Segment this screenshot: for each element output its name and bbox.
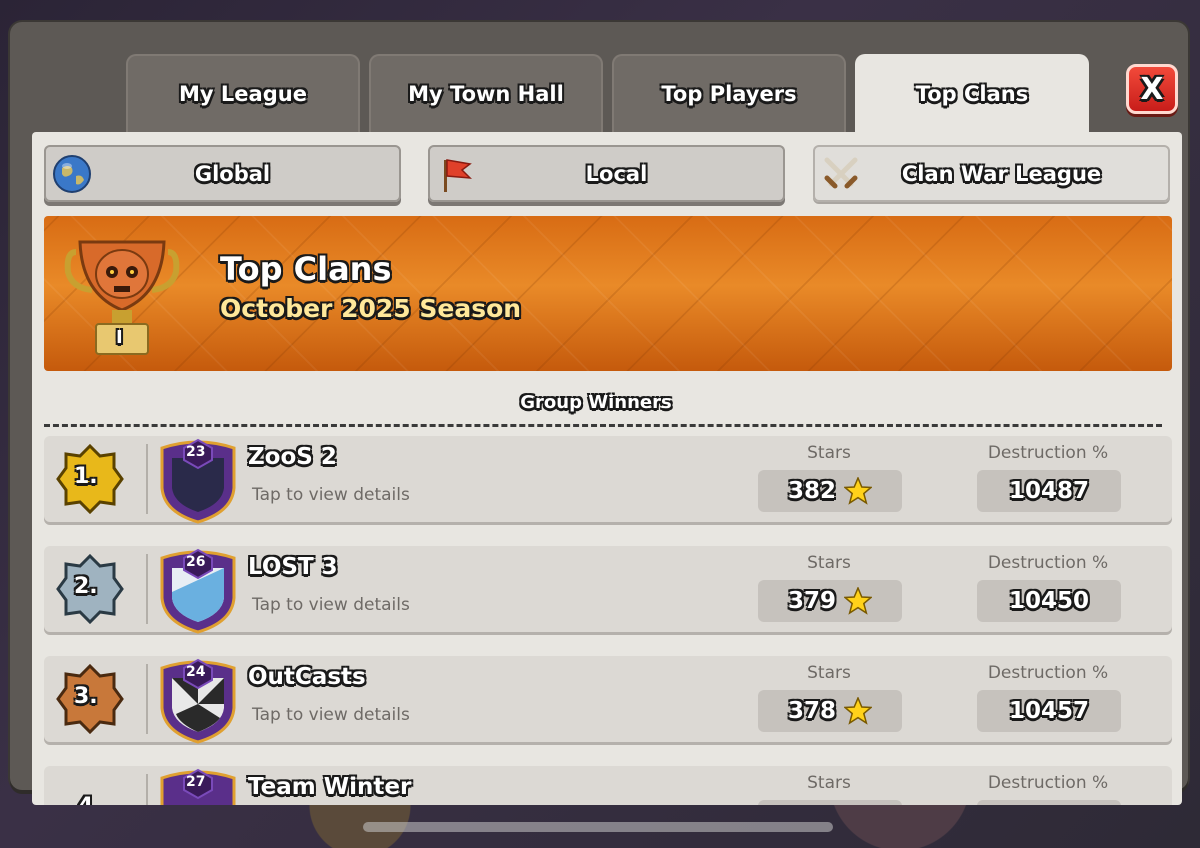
star-icon bbox=[844, 587, 872, 615]
clan-row[interactable]: 2. 26 LOST 3 Tap to view details Stars 3… bbox=[44, 546, 1172, 634]
clan-level: 26 bbox=[186, 554, 206, 570]
stars-label: Stars bbox=[807, 553, 851, 573]
rank-number: 2. bbox=[74, 574, 98, 599]
destruction-value-box: 10450 bbox=[977, 580, 1121, 622]
tab-label: My League bbox=[179, 82, 307, 106]
tab-my-town-hall[interactable]: My Town Hall bbox=[369, 54, 603, 132]
clan-badge-icon: 23 bbox=[156, 438, 240, 524]
clan-level: 27 bbox=[186, 774, 206, 790]
stars-value-box: 382 bbox=[758, 470, 902, 512]
destruction-value-box bbox=[977, 800, 1121, 805]
tab-top-clans[interactable]: Top Clans bbox=[855, 54, 1089, 132]
destruction-label: Destruction % bbox=[987, 773, 1109, 793]
tab-label: Top Players bbox=[661, 82, 797, 106]
clan-level: 24 bbox=[186, 664, 206, 680]
subtab-global[interactable]: Global bbox=[44, 145, 401, 202]
clan-row[interactable]: 4. 27 Team Winter Stars Destruction % bbox=[44, 766, 1172, 805]
skull-trophy-icon: I bbox=[62, 224, 182, 364]
rank-number: 4. bbox=[78, 794, 102, 805]
section-title: Group Winners bbox=[520, 392, 672, 413]
rank-number: 1. bbox=[74, 464, 98, 489]
subtab-local[interactable]: Local bbox=[428, 145, 785, 202]
destruction-label: Destruction % bbox=[987, 663, 1109, 683]
tab-label: My Town Hall bbox=[408, 82, 564, 106]
clan-badge-icon: 27 bbox=[156, 768, 240, 805]
row-divider bbox=[146, 554, 148, 624]
destruction-value: 10457 bbox=[1008, 698, 1090, 724]
flag-icon bbox=[434, 152, 478, 196]
clan-name: LOST 3 bbox=[248, 554, 338, 580]
globe-icon bbox=[50, 152, 94, 196]
star-icon bbox=[844, 477, 872, 505]
stars-value: 379 bbox=[787, 588, 836, 614]
star-icon bbox=[844, 697, 872, 725]
tab-top-players[interactable]: Top Players bbox=[612, 54, 846, 132]
bronze-rank-badge-icon: 3. bbox=[56, 663, 124, 735]
stars-value-box: 378 bbox=[758, 690, 902, 732]
close-button[interactable]: X bbox=[1126, 64, 1178, 114]
section-divider bbox=[44, 424, 1162, 427]
rank-badge-icon: 4. bbox=[56, 774, 124, 805]
trophy-rank: I bbox=[116, 327, 123, 348]
stars-label: Stars bbox=[807, 773, 851, 793]
stars-label: Stars bbox=[807, 663, 851, 683]
row-divider bbox=[146, 664, 148, 734]
clan-badge-icon: 26 bbox=[156, 548, 240, 634]
tap-hint: Tap to view details bbox=[252, 705, 410, 725]
subtab-clan-war-league[interactable]: Clan War League bbox=[813, 145, 1170, 202]
destruction-value: 10487 bbox=[1008, 478, 1090, 504]
banner-title: Top Clans bbox=[220, 250, 392, 288]
season-banner: I Top Clans October 2025 Season bbox=[44, 216, 1172, 371]
clan-row[interactable]: 3. 24 OutCasts Tap to view details Stars… bbox=[44, 656, 1172, 744]
home-indicator[interactable] bbox=[363, 822, 833, 832]
clan-badge-icon: 24 bbox=[156, 658, 240, 744]
tab-label: Top Clans bbox=[915, 82, 1029, 106]
close-icon: X bbox=[1140, 71, 1164, 107]
clan-row[interactable]: 1. 23 ZooS 2 Tap to view details Stars 3… bbox=[44, 436, 1172, 524]
crossed-swords-icon bbox=[819, 152, 863, 196]
destruction-value-box: 10487 bbox=[977, 470, 1121, 512]
subtab-label: Clan War League bbox=[901, 161, 1102, 186]
tap-hint: Tap to view details bbox=[252, 485, 410, 505]
banner-season: October 2025 Season bbox=[220, 294, 522, 323]
clan-level: 23 bbox=[186, 444, 206, 460]
stars-label: Stars bbox=[807, 443, 851, 463]
stars-value: 378 bbox=[787, 698, 836, 724]
stars-value: 382 bbox=[787, 478, 836, 504]
clan-name: ZooS 2 bbox=[248, 444, 337, 470]
leaderboard-panel: My League My Town Hall Top Players Top C… bbox=[10, 22, 1188, 805]
row-divider bbox=[146, 444, 148, 514]
row-divider bbox=[146, 774, 148, 805]
stars-value-box bbox=[758, 800, 902, 805]
destruction-value-box: 10457 bbox=[977, 690, 1121, 732]
stars-value-box: 379 bbox=[758, 580, 902, 622]
tap-hint: Tap to view details bbox=[252, 595, 410, 615]
destruction-label: Destruction % bbox=[987, 443, 1109, 463]
subtab-label: Local bbox=[585, 161, 648, 186]
content-area: Global Local Clan War League I Top Clans… bbox=[32, 132, 1182, 805]
clan-name: Team Winter bbox=[248, 774, 412, 800]
destruction-value: 10450 bbox=[1008, 588, 1090, 614]
gold-rank-badge-icon: 1. bbox=[56, 443, 124, 515]
tab-my-league[interactable]: My League bbox=[126, 54, 360, 132]
rank-number: 3. bbox=[74, 684, 98, 709]
clan-name: OutCasts bbox=[248, 664, 366, 690]
subtab-label: Global bbox=[194, 161, 271, 186]
destruction-label: Destruction % bbox=[987, 553, 1109, 573]
silver-rank-badge-icon: 2. bbox=[56, 553, 124, 625]
